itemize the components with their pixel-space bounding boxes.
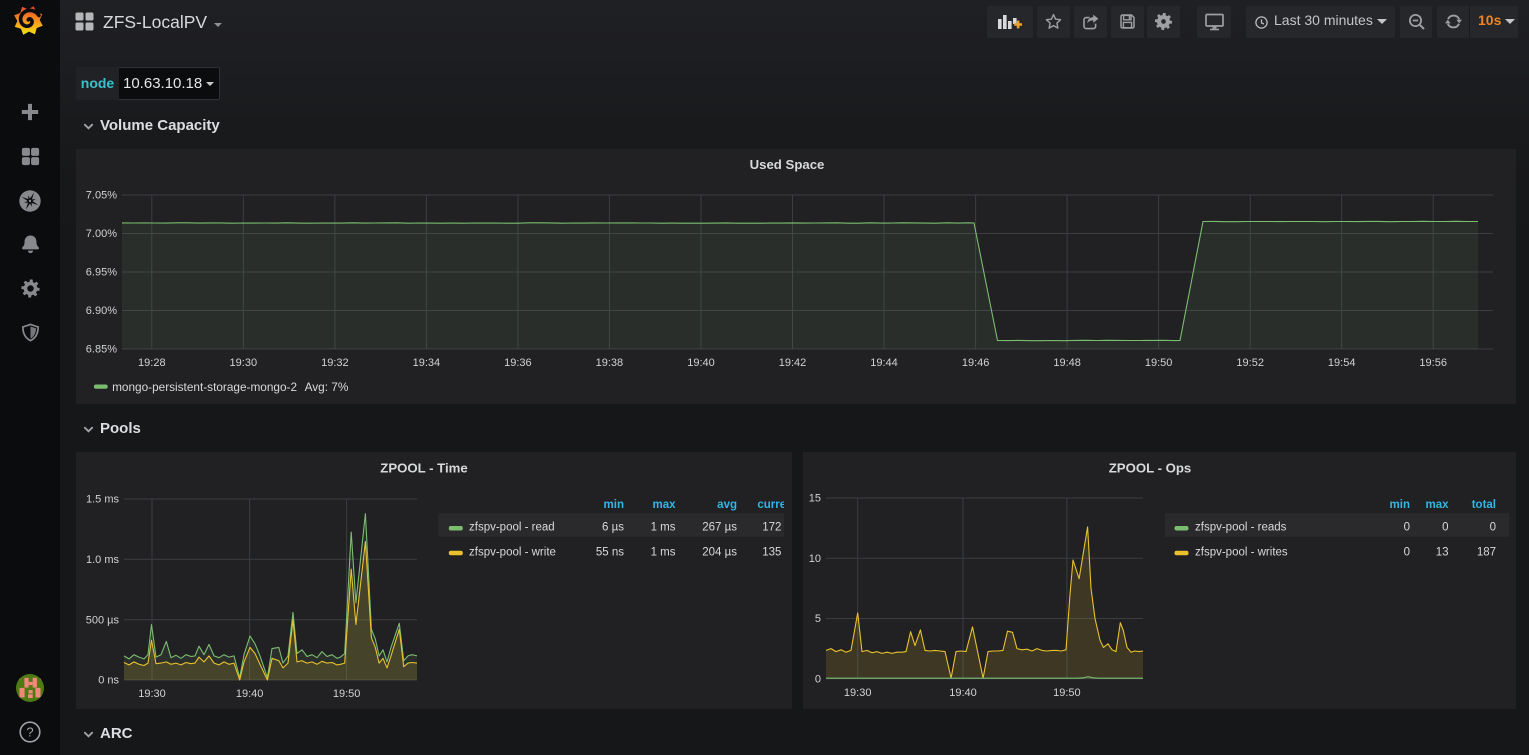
svg-text:0 ns: 0 ns xyxy=(98,675,119,687)
svg-text:1.5 ms: 1.5 ms xyxy=(86,494,120,506)
svg-text:1 ms: 1 ms xyxy=(651,522,676,534)
svg-text:1 ms: 1 ms xyxy=(651,546,676,558)
svg-text:19:30: 19:30 xyxy=(844,687,872,699)
svg-text:Avg: 7%: Avg: 7% xyxy=(305,380,349,394)
svg-text:min: min xyxy=(1390,499,1410,511)
svg-text:19:38: 19:38 xyxy=(596,357,624,369)
svg-text:13: 13 xyxy=(1436,546,1449,558)
svg-text:5: 5 xyxy=(815,613,821,625)
svg-text:max: max xyxy=(1425,499,1449,511)
svg-text:ZPOOL - Ops: ZPOOL - Ops xyxy=(1109,461,1192,476)
svg-text:500 µs: 500 µs xyxy=(86,614,120,626)
svg-text:19:50: 19:50 xyxy=(1145,357,1173,369)
svg-text:zfspv-pool - reads: zfspv-pool - reads xyxy=(1195,522,1287,534)
svg-text:19:40: 19:40 xyxy=(236,688,264,700)
svg-text:0: 0 xyxy=(1404,522,1410,534)
svg-text:19:36: 19:36 xyxy=(504,357,532,369)
svg-text:19:46: 19:46 xyxy=(962,357,990,369)
svg-text:6 µs: 6 µs xyxy=(602,522,624,534)
svg-text:19:30: 19:30 xyxy=(230,357,258,369)
svg-text:19:40: 19:40 xyxy=(949,687,977,699)
svg-text:avg: avg xyxy=(717,499,737,511)
svg-text:19:50: 19:50 xyxy=(333,688,361,700)
svg-text:Used Space: Used Space xyxy=(750,157,825,172)
svg-text:0: 0 xyxy=(1490,522,1496,534)
svg-text:0: 0 xyxy=(1404,546,1410,558)
svg-text:max: max xyxy=(652,499,676,511)
svg-text:19:40: 19:40 xyxy=(687,357,715,369)
svg-text:zfspv-pool - read: zfspv-pool - read xyxy=(469,522,555,534)
svg-text:19:34: 19:34 xyxy=(413,357,441,369)
svg-text:1.0 ms: 1.0 ms xyxy=(86,554,120,566)
svg-text:267 µs: 267 µs xyxy=(702,522,737,534)
svg-text:15: 15 xyxy=(809,493,821,505)
svg-text:19:28: 19:28 xyxy=(138,357,166,369)
svg-text:zfspv-pool - writes: zfspv-pool - writes xyxy=(1195,546,1288,558)
svg-text:19:56: 19:56 xyxy=(1419,357,1447,369)
svg-text:187: 187 xyxy=(1477,546,1496,558)
svg-text:19:50: 19:50 xyxy=(1053,687,1081,699)
svg-text:?: ? xyxy=(26,725,33,740)
svg-text:6.85%: 6.85% xyxy=(86,344,117,356)
svg-text:0: 0 xyxy=(815,673,821,685)
svg-text:7.00%: 7.00% xyxy=(86,228,117,240)
svg-text:204 µs: 204 µs xyxy=(702,546,737,558)
svg-text:min: min xyxy=(604,499,624,511)
svg-text:19:52: 19:52 xyxy=(1236,357,1264,369)
svg-text:19:48: 19:48 xyxy=(1053,357,1081,369)
svg-text:19:30: 19:30 xyxy=(138,688,166,700)
svg-text:ZPOOL - Time: ZPOOL - Time xyxy=(380,461,467,476)
svg-text:19:54: 19:54 xyxy=(1328,357,1356,369)
svg-text:zfspv-pool - write: zfspv-pool - write xyxy=(469,546,556,558)
svg-text:19:32: 19:32 xyxy=(321,357,349,369)
svg-text:0: 0 xyxy=(1442,522,1448,534)
svg-text:mongo-persistent-storage-mongo: mongo-persistent-storage-mongo-2 xyxy=(112,380,297,394)
svg-text:6.95%: 6.95% xyxy=(86,267,117,279)
svg-text:10: 10 xyxy=(809,553,821,565)
svg-text:total: total xyxy=(1472,499,1496,511)
svg-text:7.05%: 7.05% xyxy=(86,190,117,202)
svg-text:19:44: 19:44 xyxy=(870,357,898,369)
svg-text:6.90%: 6.90% xyxy=(86,305,117,317)
svg-text:19:42: 19:42 xyxy=(779,357,807,369)
svg-text:55 ns: 55 ns xyxy=(596,546,624,558)
